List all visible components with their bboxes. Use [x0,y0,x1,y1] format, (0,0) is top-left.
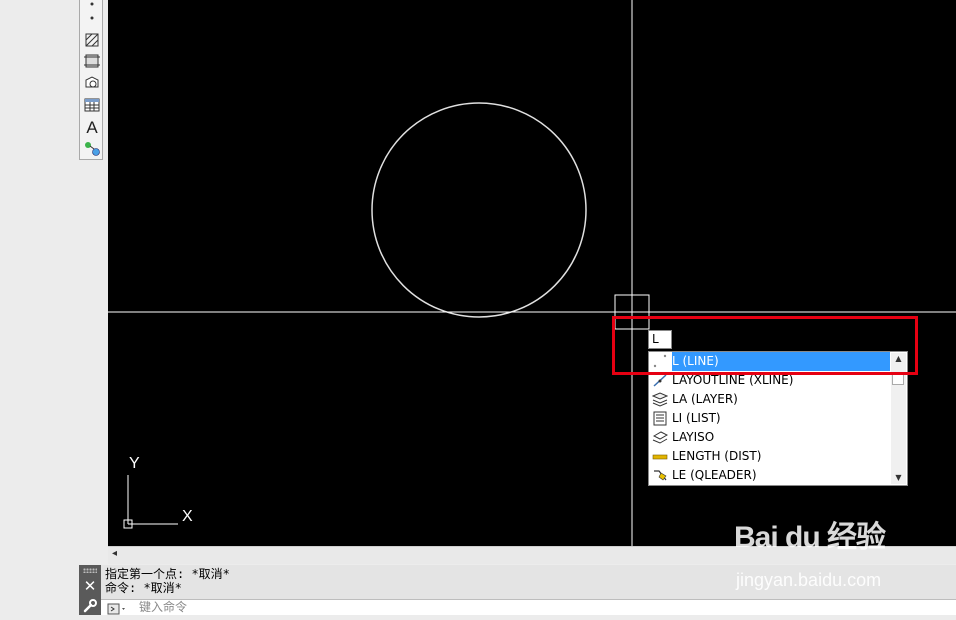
ucs-x-label: X [182,508,193,525]
watermark-url: jingyan.baidu.com [736,570,882,590]
command-input-placeholder: 键入命令 [139,600,188,614]
scroll-left-arrow-icon[interactable]: ◂ [112,548,117,559]
list-icon [652,411,668,426]
ucs-icon [123,475,178,529]
table-icon[interactable] [82,95,102,115]
draw-toolbar: A [79,0,103,160]
suggestion-label: LENGTH (DIST) [672,449,762,463]
wrench-icon[interactable] [82,598,98,614]
xline-icon [652,373,668,388]
list-item[interactable]: LI (LIST) [650,409,890,428]
close-icon[interactable]: ✕ [82,578,98,594]
list-item[interactable]: LENGTH (DIST) [650,447,890,466]
layer-icon [651,392,669,407]
list-item[interactable]: LA (LAYER) [650,390,890,409]
list-item[interactable]: LE (QLEADER) [650,466,890,485]
region-icon[interactable] [82,73,102,93]
grip-icon[interactable] [83,568,97,573]
add-selected-icon[interactable] [82,139,102,159]
drawn-circle [371,102,587,318]
annotation-highlight-box [612,316,918,375]
layiso-icon [652,430,669,445]
scroll-down-arrow-icon[interactable]: ▼ [891,472,906,484]
suggestion-label: LA (LAYER) [672,392,738,406]
list-item[interactable]: LAYISO [650,428,890,447]
command-panel-handle[interactable]: ✕ [79,565,101,615]
suggestion-label: LE (QLEADER) [672,468,757,482]
command-prompt-icon[interactable] [107,601,129,615]
point-icon[interactable] [82,8,102,28]
gradient-icon[interactable] [82,51,102,71]
qleader-icon [652,468,668,483]
command-input-field[interactable]: 键入命令 [101,599,956,615]
suggestion-label: LI (LIST) [672,411,721,425]
suggestion-label: LAYISO [672,430,715,444]
hatch-icon[interactable] [82,30,102,50]
watermark-logo: Bai du 经验 [734,521,886,554]
ucs-y-label: Y [129,455,140,472]
multiline-text-icon[interactable]: A [82,118,102,138]
dist-icon [652,449,668,464]
watermark: Bai du 经验 jingyan.baidu.com [730,512,930,592]
